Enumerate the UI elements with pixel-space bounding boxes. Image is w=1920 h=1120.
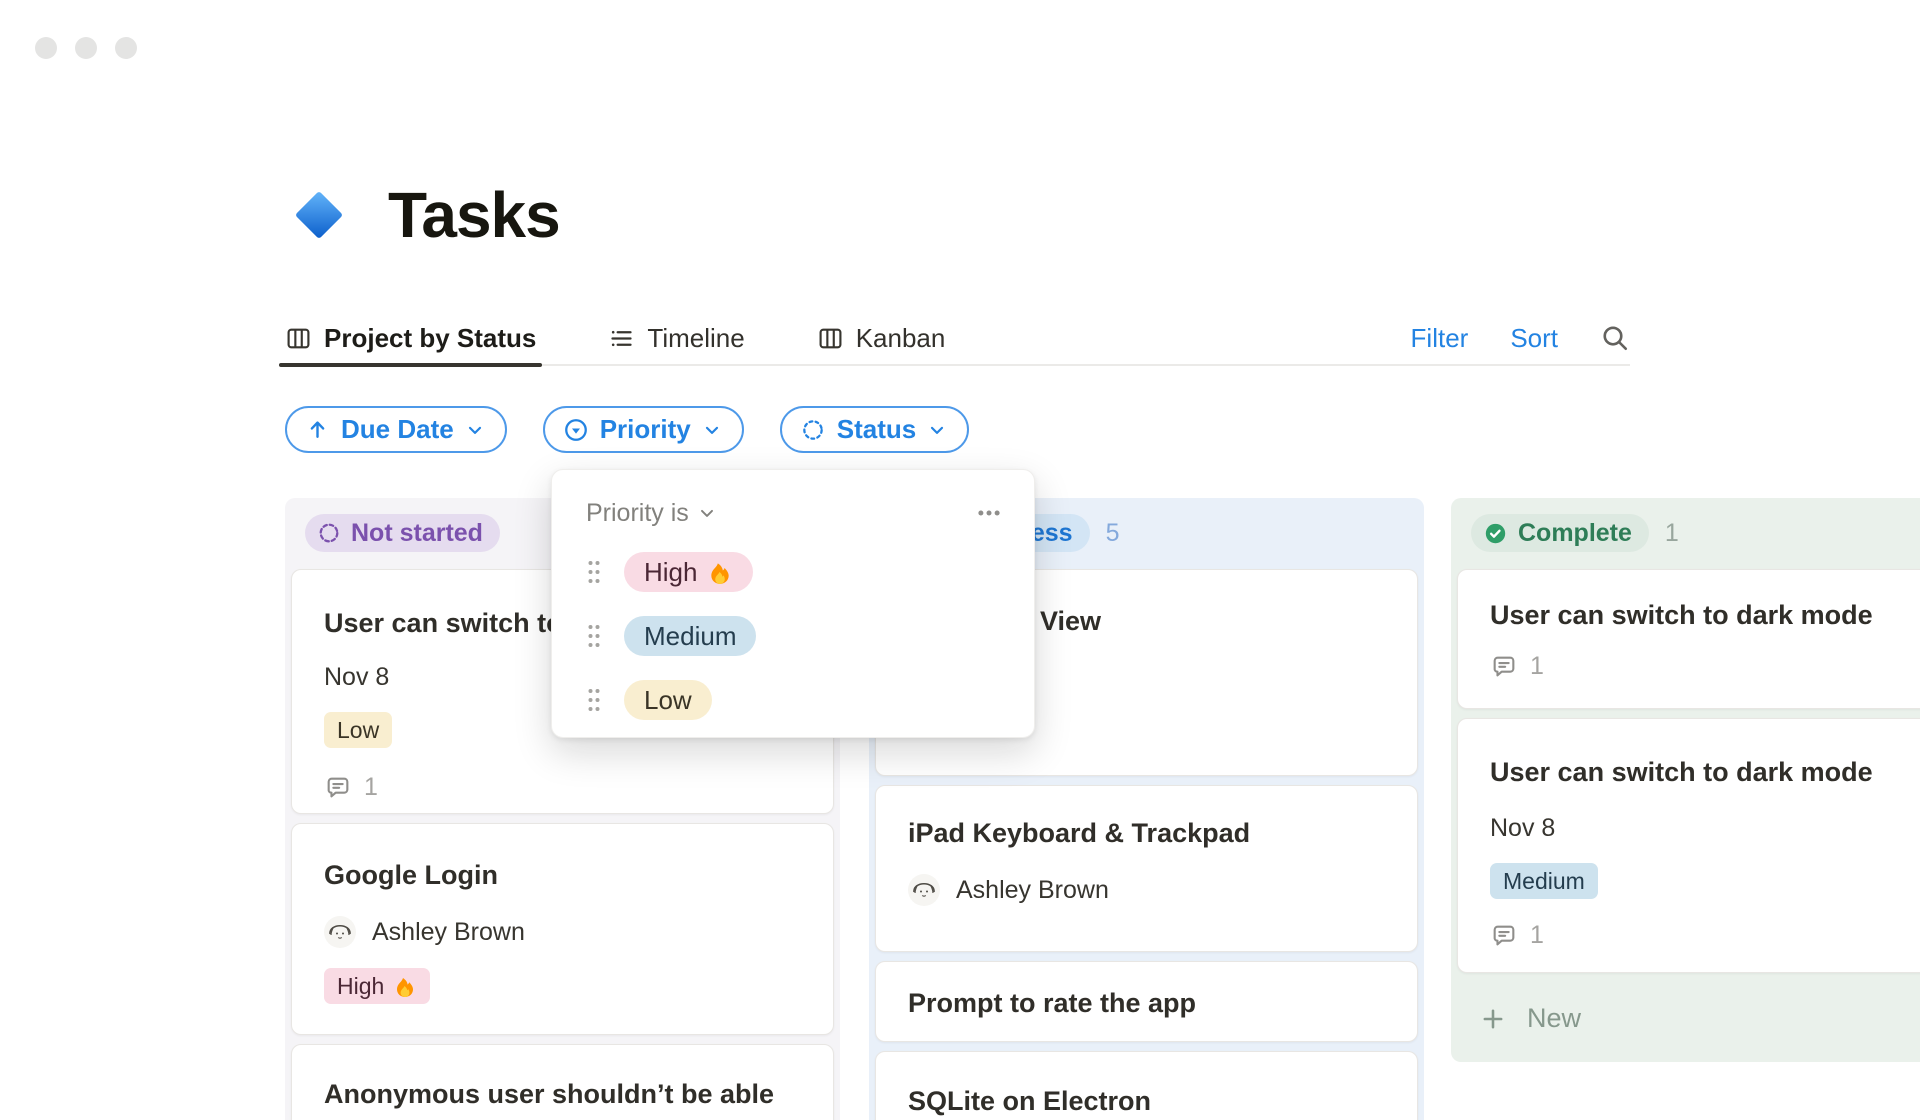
column-count: 1 [1664,518,1679,547]
filter-chip-bar: Due Date Priority Status [285,406,970,453]
task-title: User can switch to dark mode [1490,600,1873,630]
priority-tag-medium: Medium [1490,863,1598,899]
check-circle-icon [1483,521,1508,546]
dashed-circle-icon [317,521,341,545]
task-title: Anonymous user shouldn’t be able [324,1079,775,1109]
priority-circle-icon [563,417,589,443]
page-title: Tasks [388,179,561,251]
assignee-row: Ashley Brown [324,916,801,948]
comment-indicator: 1 [324,773,801,802]
task-card[interactable]: Anonymous user shouldn’t be able [291,1044,834,1120]
task-title: SQLite on Electron [908,1086,1152,1116]
priority-tag-low: Low [324,712,393,748]
tab-kanban[interactable]: Kanban [817,311,946,365]
board-icon [817,325,844,352]
comment-count: 1 [1530,652,1544,680]
option-label: High [644,556,698,587]
task-title: User can switch to dark mode [1490,757,1873,787]
window-dot-icon[interactable] [115,37,137,59]
chip-label: Due Date [341,414,454,444]
comment-indicator: 1 [1490,652,1920,681]
column-count: 5 [1105,518,1120,547]
task-due-date: Nov 8 [1490,814,1556,842]
task-title: Google Login [324,860,498,890]
ellipsis-icon[interactable] [974,498,1004,528]
priority-option-low[interactable]: Low [586,680,1004,720]
dropdown-header: Priority is [586,498,1004,528]
tab-label: Timeline [647,322,745,353]
task-card[interactable]: Prompt to rate the app [875,961,1418,1042]
task-card[interactable]: User can switch to dark mode 1 [1457,569,1920,709]
filter-button[interactable]: Filter [1411,323,1469,354]
fire-icon [393,974,417,998]
tab-label: Project by Status [324,322,537,353]
window-controls [35,37,137,59]
chevron-down-icon [927,420,947,440]
tab-label: Kanban [855,322,946,353]
app-window: Tasks Project by Status Timeline Kanban … [0,0,1920,1120]
chevron-down-icon [702,420,722,440]
avatar [908,874,940,906]
status-badge-label: Complete [1518,518,1632,547]
plus-icon [1479,1005,1507,1033]
status-burst-icon [800,417,826,443]
search-icon[interactable] [1600,323,1630,353]
blue-diamond-icon [288,184,350,246]
board-column-complete: Complete 1 User can switch to dark mode … [1451,498,1920,1062]
option-label: Medium [624,616,757,656]
chip-label: Status [836,414,917,444]
add-new-card-button[interactable]: New [1457,982,1920,1055]
due-date-filter-chip[interactable]: Due Date [285,406,507,453]
window-dot-icon[interactable] [75,37,97,59]
drag-handle-icon[interactable] [586,687,602,713]
chevron-down-icon [465,420,485,440]
priority-tag-high: High [324,968,431,1004]
assignee-name: Ashley Brown [372,917,525,946]
tab-timeline[interactable]: Timeline [608,311,745,365]
comment-indicator: 1 [1490,921,1920,950]
add-new-label: New [1527,1003,1582,1033]
drag-handle-icon[interactable] [586,623,602,649]
assignee-row: Ashley Brown [908,874,1385,906]
sort-button[interactable]: Sort [1510,323,1558,354]
dropdown-title-text: Priority is [586,498,689,527]
drag-handle-icon[interactable] [586,559,602,585]
priority-option-high[interactable]: High [586,552,1004,592]
chevron-down-icon [697,503,717,523]
task-card[interactable]: User can switch to dark mode Nov 8 Mediu… [1457,718,1920,973]
comment-icon [1490,653,1518,681]
status-badge[interactable]: Not started [305,514,500,552]
avatar [324,916,356,948]
fire-icon [707,559,733,585]
task-card[interactable]: iPad Keyboard & Trackpad Ashley Brown [875,785,1418,952]
status-filter-chip[interactable]: Status [779,406,970,453]
column-header: Complete 1 [1457,498,1920,569]
task-title: iPad Keyboard & Trackpad [908,818,1251,848]
priority-filter-chip[interactable]: Priority [542,406,744,453]
comment-count: 1 [364,773,378,801]
dropdown-title[interactable]: Priority is [586,499,717,528]
option-label: Low [624,680,712,720]
task-title: Prompt to rate the app [908,988,1197,1018]
arrow-up-icon [305,417,330,442]
task-card[interactable]: SQLite on Electron [875,1051,1418,1120]
comment-count: 1 [1530,921,1544,949]
status-badge-label: Not started [351,518,483,547]
priority-filter-dropdown: Priority is High Medium Low [551,469,1035,738]
timeline-icon [608,325,635,352]
comment-icon [324,774,352,802]
chip-label: Priority [599,414,691,444]
assignee-name: Ashley Brown [956,875,1109,904]
status-badge[interactable]: Complete [1471,514,1649,552]
comment-icon [1490,922,1518,950]
priority-option-medium[interactable]: Medium [586,616,1004,656]
view-tabs: Project by Status Timeline Kanban Filter… [278,311,1630,367]
board-icon [285,325,312,352]
page-header: Tasks [288,178,561,252]
window-dot-icon[interactable] [35,37,57,59]
view-actions: Filter Sort [1411,323,1630,354]
task-card[interactable]: Google Login Ashley Brown High [291,823,834,1035]
tab-project-by-status[interactable]: Project by Status [278,311,543,367]
tag-label: High [337,972,385,999]
